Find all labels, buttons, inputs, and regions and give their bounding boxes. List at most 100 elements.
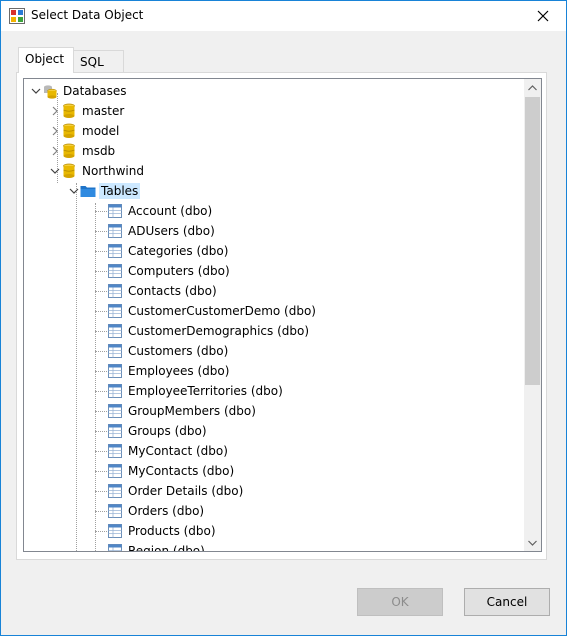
tree-node-table[interactable]: ADUsers (dbo) [107, 221, 217, 241]
chevron-up-icon [528, 84, 537, 90]
ok-button[interactable]: OK [357, 588, 443, 616]
tree-connector [95, 491, 107, 492]
chevron-right-icon[interactable] [49, 145, 61, 157]
chevron-down-icon [528, 540, 537, 546]
tree-label: ADUsers (dbo) [128, 224, 215, 238]
tree-connector [95, 451, 107, 452]
table-icon [107, 403, 123, 419]
table-icon [107, 383, 123, 399]
tree-label: CustomerDemographics (dbo) [128, 324, 310, 338]
tree-node-table[interactable]: Account (dbo) [107, 201, 214, 221]
tab-object[interactable]: Object [18, 47, 74, 73]
tree-label: msdb [82, 144, 116, 158]
table-icon [107, 503, 123, 519]
scroll-thumb[interactable] [525, 97, 540, 385]
tree-label: Region (dbo) [128, 544, 205, 551]
chevron-right-icon[interactable] [49, 105, 61, 117]
chevron-down-icon[interactable] [30, 85, 42, 97]
table-icon [107, 363, 123, 379]
chevron-down-icon[interactable] [68, 185, 80, 197]
tree-label: Computers (dbo) [128, 264, 230, 278]
tree-connector [95, 291, 107, 292]
tree-label: Northwind [82, 164, 144, 178]
tree-label: Databases [63, 84, 127, 98]
tree-label: model [82, 124, 120, 138]
table-icon [107, 523, 123, 539]
table-icon [107, 243, 123, 259]
tree-connector [95, 351, 107, 352]
tree-node-table[interactable]: Customers (dbo) [107, 341, 230, 361]
tree-connector [95, 531, 107, 532]
database-icon [61, 163, 77, 179]
scroll-up-button[interactable] [524, 79, 541, 96]
tree-node-master[interactable]: master [49, 101, 126, 121]
database-icon [61, 103, 77, 119]
title-bar[interactable]: Select Data Object [1, 1, 566, 31]
tree-node-model[interactable]: model [49, 121, 121, 141]
tree-node-table[interactable]: EmployeeTerritories (dbo) [107, 381, 285, 401]
tree-node-table[interactable]: Products (dbo) [107, 521, 218, 541]
tree-node-table[interactable]: Categories (dbo) [107, 241, 230, 261]
table-icon [107, 543, 123, 551]
tree-label: CustomerCustomerDemo (dbo) [128, 304, 316, 318]
tree-connector [95, 331, 107, 332]
database-icon [61, 123, 77, 139]
database-tree[interactable]: Databases master model msdb Northwind Ta… [23, 78, 542, 552]
close-button[interactable] [520, 1, 566, 31]
table-icon [107, 263, 123, 279]
tree-label: Products (dbo) [128, 524, 216, 538]
tree-label: Customers (dbo) [128, 344, 229, 358]
window-title: Select Data Object [31, 8, 144, 22]
close-icon [537, 10, 549, 22]
chevron-right-icon[interactable] [49, 125, 61, 137]
tree-label: Tables [99, 183, 141, 199]
tree-connector [95, 271, 107, 272]
chevron-down-icon[interactable] [49, 165, 61, 177]
databases-icon [42, 83, 58, 99]
table-icon [107, 463, 123, 479]
vertical-scrollbar[interactable] [524, 79, 541, 551]
tree-connector [95, 311, 107, 312]
tree-node-table[interactable]: Contacts (dbo) [107, 281, 219, 301]
tree-node-table[interactable]: GroupMembers (dbo) [107, 401, 258, 421]
database-icon [61, 143, 77, 159]
tree-label: Employees (dbo) [128, 364, 230, 378]
tree-node-databases[interactable]: Databases [30, 81, 129, 101]
tree-content: Databases master model msdb Northwind Ta… [24, 79, 524, 551]
tree-connector [95, 371, 107, 372]
tree-node-tables[interactable]: Tables [68, 181, 141, 201]
tab-sql[interactable]: SQL [74, 50, 124, 72]
tree-node-northwind[interactable]: Northwind [49, 161, 146, 181]
tree-connector [76, 183, 77, 551]
tree-node-table[interactable]: Groups (dbo) [107, 421, 209, 441]
tree-node-table[interactable]: CustomerCustomerDemo (dbo) [107, 301, 318, 321]
table-icon [107, 483, 123, 499]
tree-node-table[interactable]: MyContact (dbo) [107, 441, 230, 461]
tree-node-table[interactable]: Orders (dbo) [107, 501, 206, 521]
tree-connector [95, 511, 107, 512]
tree-node-table[interactable]: CustomerDemographics (dbo) [107, 321, 311, 341]
tree-node-msdb[interactable]: msdb [49, 141, 117, 161]
tree-connector [95, 251, 107, 252]
tree-label: MyContacts (dbo) [128, 464, 235, 478]
tree-label: Categories (dbo) [128, 244, 229, 258]
tree-node-table[interactable]: Employees (dbo) [107, 361, 231, 381]
tree-label: GroupMembers (dbo) [128, 404, 256, 418]
tree-connector [95, 431, 107, 432]
tree-node-table[interactable]: Order Details (dbo) [107, 481, 245, 501]
scroll-down-button[interactable] [524, 534, 541, 551]
tree-connector [95, 231, 107, 232]
tree-connector [95, 471, 107, 472]
tree-label: Groups (dbo) [128, 424, 207, 438]
tree-node-table[interactable]: Computers (dbo) [107, 261, 232, 281]
tree-label: Account (dbo) [128, 204, 213, 218]
cancel-button[interactable]: Cancel [464, 588, 550, 616]
tree-connector [95, 203, 96, 551]
tree-node-table[interactable]: MyContacts (dbo) [107, 461, 236, 481]
tree-label: MyContact (dbo) [128, 444, 228, 458]
table-icon [107, 443, 123, 459]
tree-label: Orders (dbo) [128, 504, 205, 518]
tree-node-table[interactable]: Region (dbo) [107, 541, 207, 551]
tree-connector [95, 211, 107, 212]
folder-icon [80, 183, 96, 199]
